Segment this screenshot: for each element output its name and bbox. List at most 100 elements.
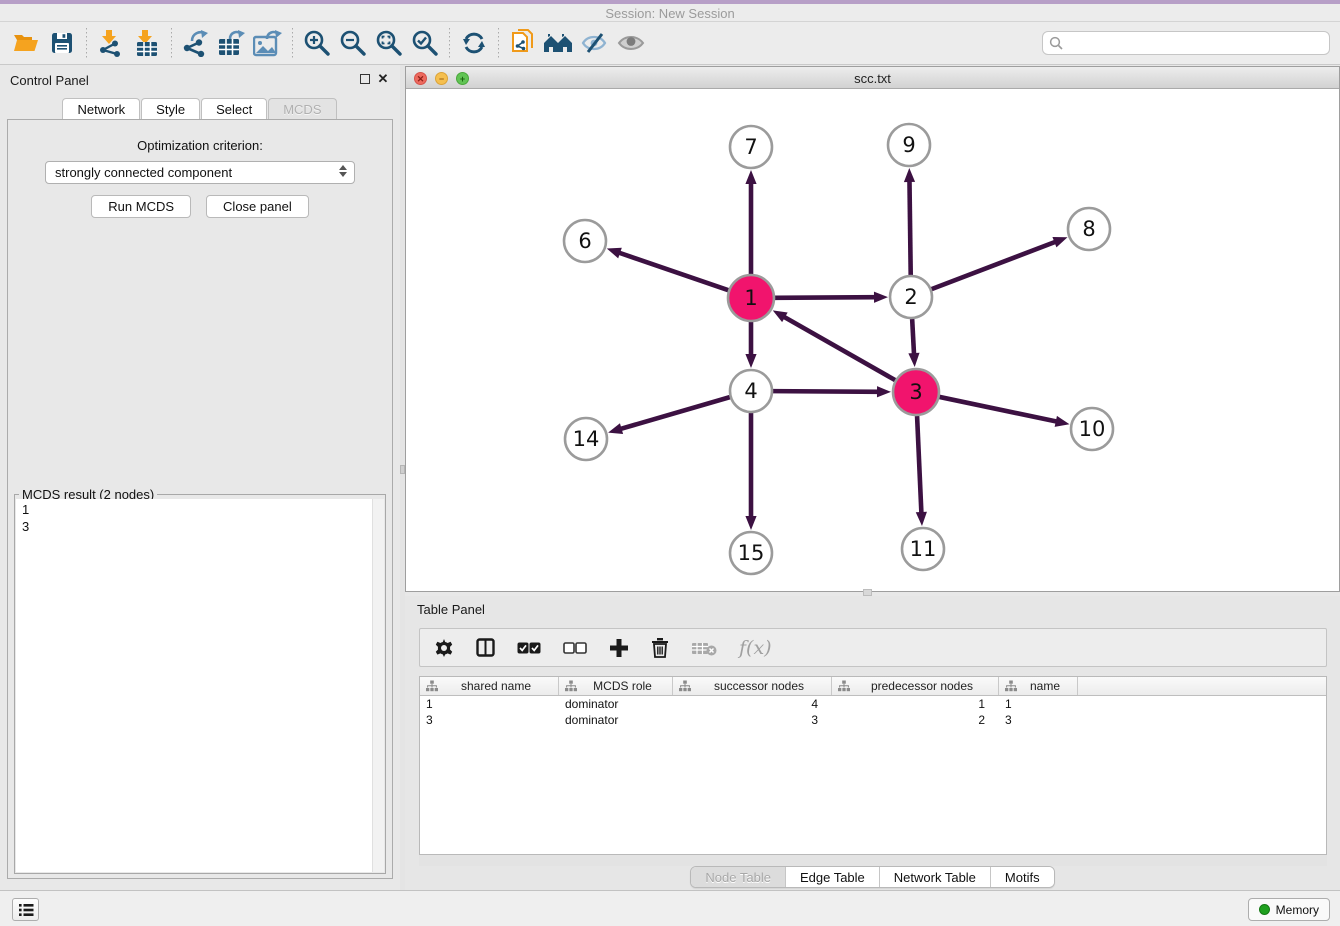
column-header-name[interactable]: name bbox=[999, 677, 1078, 695]
edge-3-10[interactable] bbox=[939, 397, 1057, 422]
edge-2-3[interactable] bbox=[912, 319, 914, 355]
network-canvas[interactable]: 7968124314101511 bbox=[406, 90, 1339, 591]
control-panel: Control Panel ✕ NetworkStyleSelectMCDS O… bbox=[0, 65, 400, 890]
table-options-button[interactable] bbox=[434, 635, 454, 661]
table-tab-network-table[interactable]: Network Table bbox=[880, 867, 991, 887]
refresh-button[interactable] bbox=[456, 26, 492, 60]
show-column-panel-button[interactable] bbox=[476, 635, 495, 661]
show-panels-menu-button[interactable] bbox=[12, 898, 39, 921]
float-panel-button[interactable] bbox=[358, 72, 372, 86]
table-panel-header: Table Panel ✕ bbox=[405, 596, 1340, 622]
edge-3-11[interactable] bbox=[917, 416, 921, 514]
network-window-title: scc.txt bbox=[406, 71, 1339, 86]
hide-panel-button[interactable] bbox=[577, 26, 613, 60]
table-tab-motifs[interactable]: Motifs bbox=[991, 867, 1054, 887]
zoom-fit-button[interactable] bbox=[371, 26, 407, 60]
cell-predecessor-nodes[interactable]: 2 bbox=[832, 712, 999, 728]
control-tab-style[interactable]: Style bbox=[141, 98, 200, 119]
function-builder-button[interactable]: f(x) bbox=[739, 635, 772, 661]
deselect-all-columns-button[interactable] bbox=[563, 635, 587, 661]
table-tab-edge-table[interactable]: Edge Table bbox=[786, 867, 880, 887]
delete-table-button[interactable] bbox=[691, 635, 717, 661]
save-session-button[interactable] bbox=[44, 26, 80, 60]
criterion-dropdown[interactable]: strongly connected component bbox=[45, 161, 355, 184]
export-network-button[interactable] bbox=[178, 26, 214, 60]
export-network-icon bbox=[182, 29, 210, 57]
column-header-shared-name[interactable]: shared name bbox=[420, 677, 559, 695]
run-mcds-button[interactable]: Run MCDS bbox=[91, 195, 191, 218]
table-tab-node-table[interactable]: Node Table bbox=[691, 867, 786, 887]
edge-1-2[interactable] bbox=[775, 297, 876, 298]
control-tab-network[interactable]: Network bbox=[62, 98, 140, 119]
clone-network-button[interactable] bbox=[505, 26, 541, 60]
select-all-columns-button[interactable] bbox=[517, 635, 541, 661]
cell-MCDS-role[interactable]: dominator bbox=[559, 712, 673, 728]
columns-icon bbox=[476, 638, 495, 657]
zoom-selected-button[interactable] bbox=[407, 26, 443, 60]
mcds-result-box: MCDS result (2 nodes) 1 3 bbox=[14, 494, 386, 874]
import-network-button[interactable] bbox=[93, 26, 129, 60]
divider-handle[interactable] bbox=[863, 589, 872, 596]
mcds-result-list[interactable]: 1 3 bbox=[16, 499, 384, 872]
edge-4-3[interactable] bbox=[773, 391, 879, 392]
control-tab-select[interactable]: Select bbox=[201, 98, 267, 119]
arrowhead-2-8 bbox=[1052, 237, 1067, 247]
cell-successor-nodes[interactable]: 4 bbox=[673, 696, 832, 712]
node-label-9: 9 bbox=[902, 133, 915, 157]
import-table-button[interactable] bbox=[129, 26, 165, 60]
delete-table-icon bbox=[691, 640, 717, 656]
export-table-button[interactable] bbox=[214, 26, 250, 60]
table-row[interactable]: 1dominator411 bbox=[420, 696, 1326, 712]
column-header-predecessor-nodes[interactable]: predecessor nodes bbox=[832, 677, 999, 695]
control-tab-mcds[interactable]: MCDS bbox=[268, 98, 336, 119]
add-column-button[interactable] bbox=[609, 635, 629, 661]
arrowhead-1-6 bbox=[607, 248, 622, 259]
cell-MCDS-role[interactable]: dominator bbox=[559, 696, 673, 712]
column-header-successor-nodes[interactable]: successor nodes bbox=[673, 677, 832, 695]
search-input[interactable] bbox=[1063, 36, 1323, 51]
optimization-criterion-label: Optimization criterion: bbox=[8, 138, 392, 153]
node-label-6: 6 bbox=[578, 229, 591, 253]
table-row[interactable]: 3dominator323 bbox=[420, 712, 1326, 728]
node-label-14: 14 bbox=[573, 427, 600, 451]
result-scrollbar[interactable] bbox=[372, 499, 384, 872]
cell-name[interactable]: 1 bbox=[999, 696, 1078, 712]
delete-columns-button[interactable] bbox=[651, 635, 669, 661]
cell-shared-name[interactable]: 3 bbox=[420, 712, 559, 728]
edge-1-6[interactable] bbox=[618, 252, 728, 290]
edge-4-14[interactable] bbox=[620, 397, 730, 429]
table-panel: Table Panel ✕ bbox=[405, 596, 1340, 890]
zoom-in-button[interactable] bbox=[299, 26, 335, 60]
cell-name[interactable]: 3 bbox=[999, 712, 1078, 728]
network-window-titlebar[interactable]: ✕ − + scc.txt bbox=[406, 67, 1339, 89]
refresh-icon bbox=[461, 30, 487, 56]
table-scroll-strip[interactable] bbox=[419, 855, 1327, 866]
edge-2-9[interactable] bbox=[909, 180, 910, 275]
show-panel-button[interactable] bbox=[613, 26, 649, 60]
memory-button[interactable]: Memory bbox=[1248, 898, 1330, 921]
close-panel-action-button[interactable]: Close panel bbox=[206, 195, 309, 218]
open-folder-icon bbox=[13, 32, 39, 54]
search-box[interactable] bbox=[1042, 31, 1330, 55]
zoom-out-button[interactable] bbox=[335, 26, 371, 60]
cell-shared-name[interactable]: 1 bbox=[420, 696, 559, 712]
node-label-1: 1 bbox=[744, 286, 757, 310]
edge-2-8[interactable] bbox=[932, 241, 1057, 289]
edge-3-1[interactable] bbox=[783, 316, 895, 380]
column-header-MCDS-role[interactable]: MCDS role bbox=[559, 677, 673, 695]
node-label-11: 11 bbox=[910, 537, 937, 561]
go-home-button[interactable] bbox=[541, 26, 577, 60]
table-tabs-bar: Node TableEdge TableNetwork TableMotifs bbox=[405, 866, 1340, 890]
node-label-4: 4 bbox=[744, 379, 757, 403]
export-image-button[interactable] bbox=[250, 26, 286, 60]
node-table-body: 1dominator4113dominator323 bbox=[420, 696, 1326, 728]
cell-successor-nodes[interactable]: 3 bbox=[673, 712, 832, 728]
node-table[interactable]: shared nameMCDS rolesuccessor nodesprede… bbox=[419, 676, 1327, 855]
mcds-tab-content: Optimization criterion: strongly connect… bbox=[7, 119, 393, 879]
toolbar-separator bbox=[86, 28, 87, 58]
column-type-icon bbox=[838, 680, 850, 692]
cell-predecessor-nodes[interactable]: 1 bbox=[832, 696, 999, 712]
open-session-button[interactable] bbox=[8, 26, 44, 60]
arrowhead-4-3 bbox=[877, 386, 891, 397]
close-panel-button[interactable]: ✕ bbox=[376, 72, 390, 86]
